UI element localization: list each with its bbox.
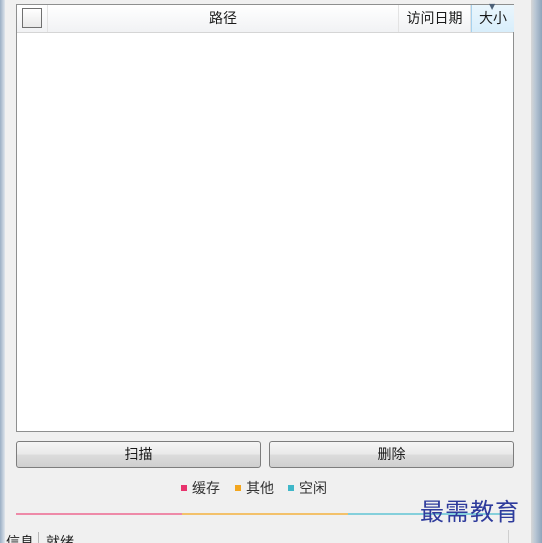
- usage-bar-cache: [16, 513, 182, 515]
- column-header-access-date[interactable]: 访问日期: [399, 5, 471, 32]
- status-bar: 信息 就绪: [0, 530, 531, 543]
- file-list[interactable]: 路径 访问日期 ▼ 大小: [16, 2, 514, 432]
- legend-label-other: 其他: [246, 481, 274, 497]
- status-label: 信息: [6, 535, 34, 543]
- legend-swatch-free: [288, 485, 294, 491]
- window-frame-right: [531, 0, 542, 543]
- delete-button[interactable]: 删除: [269, 441, 514, 468]
- legend-item-cache: 缓存: [181, 479, 220, 499]
- status-separator: [508, 530, 509, 543]
- legend-swatch-cache: [181, 485, 187, 491]
- column-header-size[interactable]: ▼ 大小: [471, 2, 514, 32]
- header-select-all[interactable]: [17, 5, 48, 32]
- legend-label-free: 空闲: [299, 481, 327, 497]
- legend-item-other: 其他: [235, 479, 274, 499]
- legend-item-free: 空闲: [288, 479, 327, 499]
- status-divider: [38, 532, 39, 543]
- usage-bar-other: [182, 513, 348, 515]
- column-header-path[interactable]: 路径: [48, 5, 399, 32]
- status-text: 就绪: [46, 535, 74, 543]
- select-all-checkbox[interactable]: [22, 8, 42, 28]
- column-header-size-label: 大小: [479, 11, 507, 27]
- watermark-logo: 最需教育: [420, 498, 520, 526]
- sort-descending-icon: ▼: [489, 2, 496, 11]
- legend-swatch-other: [235, 485, 241, 491]
- legend-label-cache: 缓存: [192, 481, 220, 497]
- window-frame-left: [0, 0, 5, 543]
- list-header: 路径 访问日期 ▼ 大小: [17, 2, 514, 33]
- scan-button[interactable]: 扫描: [16, 441, 261, 468]
